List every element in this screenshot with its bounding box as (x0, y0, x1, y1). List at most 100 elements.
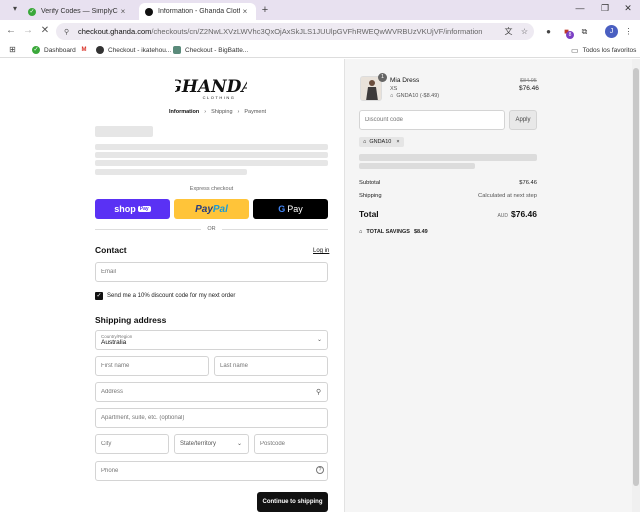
total-row: Total AUD $76.46 (359, 209, 537, 219)
tag-icon: ⌂ (390, 93, 394, 99)
all-bookmarks[interactable]: ▭ Todos los favoritos (571, 44, 636, 56)
url-path: /checkouts/cn/Z2NwLXVzLWVhc3QxOjAxSkJLS1… (151, 27, 483, 36)
paypal-button[interactable]: Pay Pal (174, 199, 249, 219)
loading-skeleton (95, 126, 153, 137)
log-in-link[interactable]: Log in (313, 248, 329, 254)
apartment-field[interactable] (95, 408, 328, 428)
extension-icon[interactable]: ● (542, 25, 555, 38)
apply-button[interactable]: Apply (509, 110, 537, 130)
ghanda-logo[interactable]: GHANDA CLOTHING (167, 74, 254, 102)
breadcrumb-information: Information (169, 109, 200, 115)
state-label: State/territory (180, 441, 217, 447)
google-pay-button[interactable]: G Pay (253, 199, 328, 219)
bookmark-label: Checkout - BigBatte... (185, 46, 249, 54)
city-input[interactable] (101, 441, 168, 447)
product-discount: ⌂ GNDA10 (-$8.49) (390, 93, 439, 99)
discount-code-input[interactable] (365, 117, 504, 123)
breadcrumb-payment[interactable]: Payment (244, 109, 266, 115)
last-name-field[interactable] (214, 356, 328, 376)
scrollbar-thumb[interactable] (633, 68, 639, 486)
ghanda-favicon-icon (145, 7, 153, 16)
bookmark-star-icon[interactable]: ☆ (518, 25, 531, 38)
profile-avatar[interactable]: J (605, 25, 618, 38)
chevron-right-icon: › (204, 109, 207, 115)
bookmark-checkout-bigbatte[interactable]: Checkout - BigBatte... (173, 44, 248, 56)
logo-wordmark: GHANDA (175, 77, 247, 97)
forward-arrow-icon[interactable]: → (21, 24, 35, 38)
url-host: checkout.ghanda.com (78, 27, 152, 36)
city-field[interactable] (95, 434, 169, 454)
menu-kebab-icon[interactable]: ⋮ (622, 25, 635, 38)
last-name-input[interactable] (220, 363, 327, 369)
close-tab-icon[interactable]: × (240, 7, 250, 16)
maximize-icon[interactable]: ❐ (595, 3, 615, 14)
logo-subtext: CLOTHING (203, 95, 236, 100)
address-input[interactable] (101, 389, 327, 395)
new-tab-plus-icon[interactable]: + (259, 4, 271, 16)
breadcrumb: Information › Shipping › Payment (169, 109, 266, 115)
discount-code-field[interactable] (359, 110, 505, 130)
postcode-input[interactable] (260, 441, 327, 447)
shop-pay-badge: Pay (137, 206, 151, 212)
or-label: OR (207, 226, 216, 232)
remove-discount-icon[interactable]: × (396, 139, 399, 145)
or-divider: OR (95, 226, 328, 232)
bookmark-gmail[interactable]: M (80, 44, 92, 56)
phone-input[interactable] (101, 468, 327, 474)
applied-discount-chip: ⌂ GNDA10 × (359, 137, 404, 147)
bookmark-checkout-ikatehou[interactable]: Checkout - ikatehou... (96, 44, 171, 56)
product-variant: XS (390, 86, 398, 92)
chevron-down-icon: ⌄ (237, 441, 243, 447)
continue-to-shipping-button[interactable]: Continue to shipping (257, 492, 328, 512)
product-discount-text: GNDA10 (-$8.49) (396, 93, 440, 99)
phone-field[interactable] (95, 461, 328, 481)
shop-pay-button[interactable]: shop Pay (95, 199, 170, 219)
apps-grid-icon[interactable]: ⊞ (6, 43, 19, 56)
country-select[interactable]: Country/Region Australia (95, 330, 328, 350)
tab-title: Verify Codes — SimplyCodes (41, 8, 118, 15)
site-favicon-icon (173, 46, 181, 54)
shipping-row: Shipping Calculated at next step (359, 193, 537, 199)
loading-skeleton (95, 144, 328, 150)
subtotal-label: Subtotal (359, 180, 381, 186)
tab-information[interactable]: Information - Ghanda Clothing × (139, 3, 256, 20)
breadcrumb-shipping[interactable]: Shipping (211, 109, 232, 115)
site-favicon-icon (96, 46, 104, 54)
tab-title: Information - Ghanda Clothing (158, 8, 240, 15)
bookmark-dashboard[interactable]: ✓ Dashboard (32, 44, 76, 56)
email-input[interactable] (101, 269, 327, 275)
folder-icon: ▭ (571, 45, 579, 55)
shipping-address-heading: Shipping address (95, 315, 167, 325)
newsletter-checkbox[interactable]: ✓ (95, 292, 103, 300)
total-savings: ⌂ TOTAL SAVINGS $8.49 (359, 229, 428, 235)
close-window-icon[interactable]: ✕ (618, 3, 638, 14)
postcode-field[interactable] (254, 434, 328, 454)
gmail-icon: M (80, 46, 88, 54)
tab-search-icon[interactable]: ▾ (10, 4, 20, 14)
translate-icon[interactable]: 文 (502, 25, 515, 38)
address-bar[interactable]: ⚲ checkout.ghanda.com/checkouts/cn/Z2NwL… (56, 23, 534, 40)
simplycodes-favicon-icon: ✓ (32, 46, 40, 54)
tag-icon: ⌂ (359, 229, 363, 235)
site-info-icon[interactable]: ⚲ (64, 28, 72, 36)
apartment-input[interactable] (101, 415, 327, 421)
first-name-field[interactable] (95, 356, 209, 376)
email-field[interactable] (95, 262, 328, 282)
total-label: Total (359, 209, 379, 219)
product-name: Mia Dress (390, 77, 420, 84)
loading-skeleton (359, 163, 475, 169)
minimize-icon[interactable]: — (570, 3, 590, 13)
first-name-input[interactable] (101, 363, 208, 369)
extensions-puzzle-icon[interactable]: ⧉ (578, 25, 591, 38)
chevron-down-icon: ⌄ (317, 337, 323, 343)
currency-code: AUD (497, 213, 508, 219)
help-circle-icon[interactable]: ? (316, 466, 324, 474)
close-tab-icon[interactable]: × (118, 7, 128, 16)
country-value: Australia (101, 339, 127, 346)
tag-icon: ⌂ (363, 139, 367, 145)
stop-loading-icon[interactable]: ✕ (38, 24, 52, 38)
paypal-text-pay: Pay (195, 203, 213, 215)
address-field[interactable] (95, 382, 328, 402)
back-arrow-icon[interactable]: ← (4, 24, 18, 38)
tab-verify-codes[interactable]: ✓ Verify Codes — SimplyCodes × (22, 3, 134, 20)
